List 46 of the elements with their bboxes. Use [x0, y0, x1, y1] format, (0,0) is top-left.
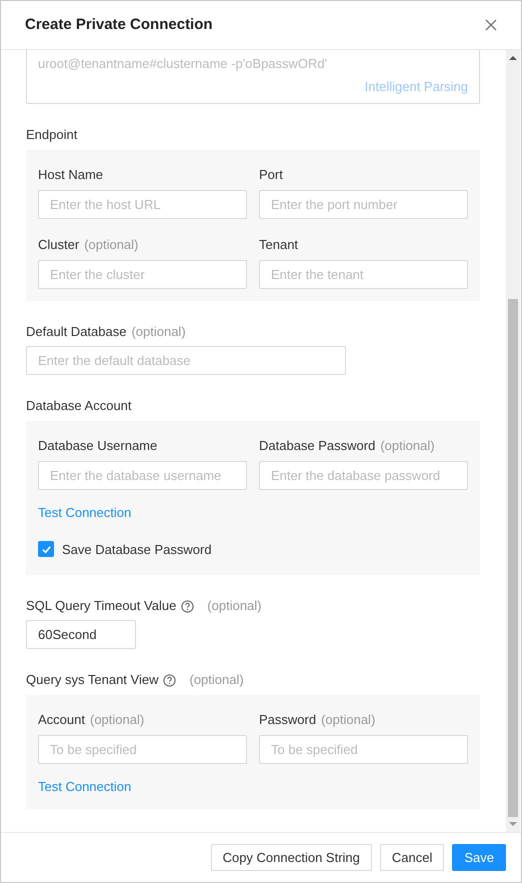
- field-label: Default Database: [26, 323, 126, 342]
- dialog-button[interactable]: Save: [452, 844, 506, 871]
- optional-hint: (optional): [189, 671, 244, 690]
- text-area[interactable]: uroot@tenantname#clustername -p'oBpasswORd' Intelligent Parsing: [26, 50, 480, 104]
- field-label: Host Name: [38, 166, 104, 184]
- dialog-button[interactable]: Copy Connection String: [210, 844, 372, 871]
- field-label: Port: [259, 166, 283, 184]
- optional-hint: (optional): [380, 437, 435, 456]
- checkbox[interactable]: [38, 541, 54, 558]
- close-icon[interactable]: [483, 17, 499, 33]
- field-label: Query sys Tenant View: [26, 671, 158, 690]
- optional-hint: (optional): [84, 236, 138, 254]
- check-icon: [40, 544, 52, 555]
- input-field[interactable]: 60Second: [26, 620, 136, 649]
- dialog-button[interactable]: Cancel: [380, 844, 444, 871]
- input-field[interactable]: Enter the host URL: [38, 190, 247, 219]
- test-connection-link[interactable]: Test Connection: [38, 503, 132, 522]
- optional-hint: (optional): [131, 323, 186, 342]
- test-connection-link[interactable]: Test Connection: [38, 777, 132, 796]
- field-label: Cluster: [38, 236, 80, 254]
- field-label: Endpoint: [26, 126, 78, 144]
- scroll-down-icon[interactable]: [509, 821, 517, 827]
- dialog-title: Create Private Connection: [25, 14, 213, 35]
- area-text: uroot@tenantname#clustername -p'oBpasswORd': [38, 55, 328, 73]
- field-label: SQL Query Timeout Value: [26, 597, 176, 616]
- field-label: Password: [259, 711, 316, 730]
- scrollbar[interactable]: [506, 50, 520, 832]
- optional-hint: (optional): [90, 711, 144, 730]
- field-label: Tenant: [259, 236, 298, 254]
- optional-hint: (optional): [321, 711, 376, 730]
- checkbox-label: Save Database Password: [62, 540, 212, 558]
- input-field[interactable]: Enter the port number: [259, 190, 468, 219]
- input-field[interactable]: Enter the tenant: [259, 260, 468, 289]
- input-field[interactable]: To be specified: [259, 735, 468, 764]
- field-label: Account: [38, 711, 85, 730]
- optional-hint: (optional): [207, 597, 262, 616]
- input-field[interactable]: Enter the database username: [38, 461, 247, 490]
- scroll-up-icon[interactable]: [509, 55, 517, 61]
- input-field[interactable]: Enter the database password: [259, 461, 468, 490]
- field-label: Database Username: [38, 437, 158, 456]
- input-field[interactable]: To be specified: [38, 735, 247, 764]
- field-label: Database Password: [259, 437, 376, 456]
- input-field[interactable]: Enter the cluster: [38, 260, 247, 289]
- parse-link[interactable]: Intelligent Parsing: [364, 76, 468, 96]
- input-field[interactable]: Enter the default database: [26, 346, 346, 375]
- field-label: Database Account: [26, 397, 132, 416]
